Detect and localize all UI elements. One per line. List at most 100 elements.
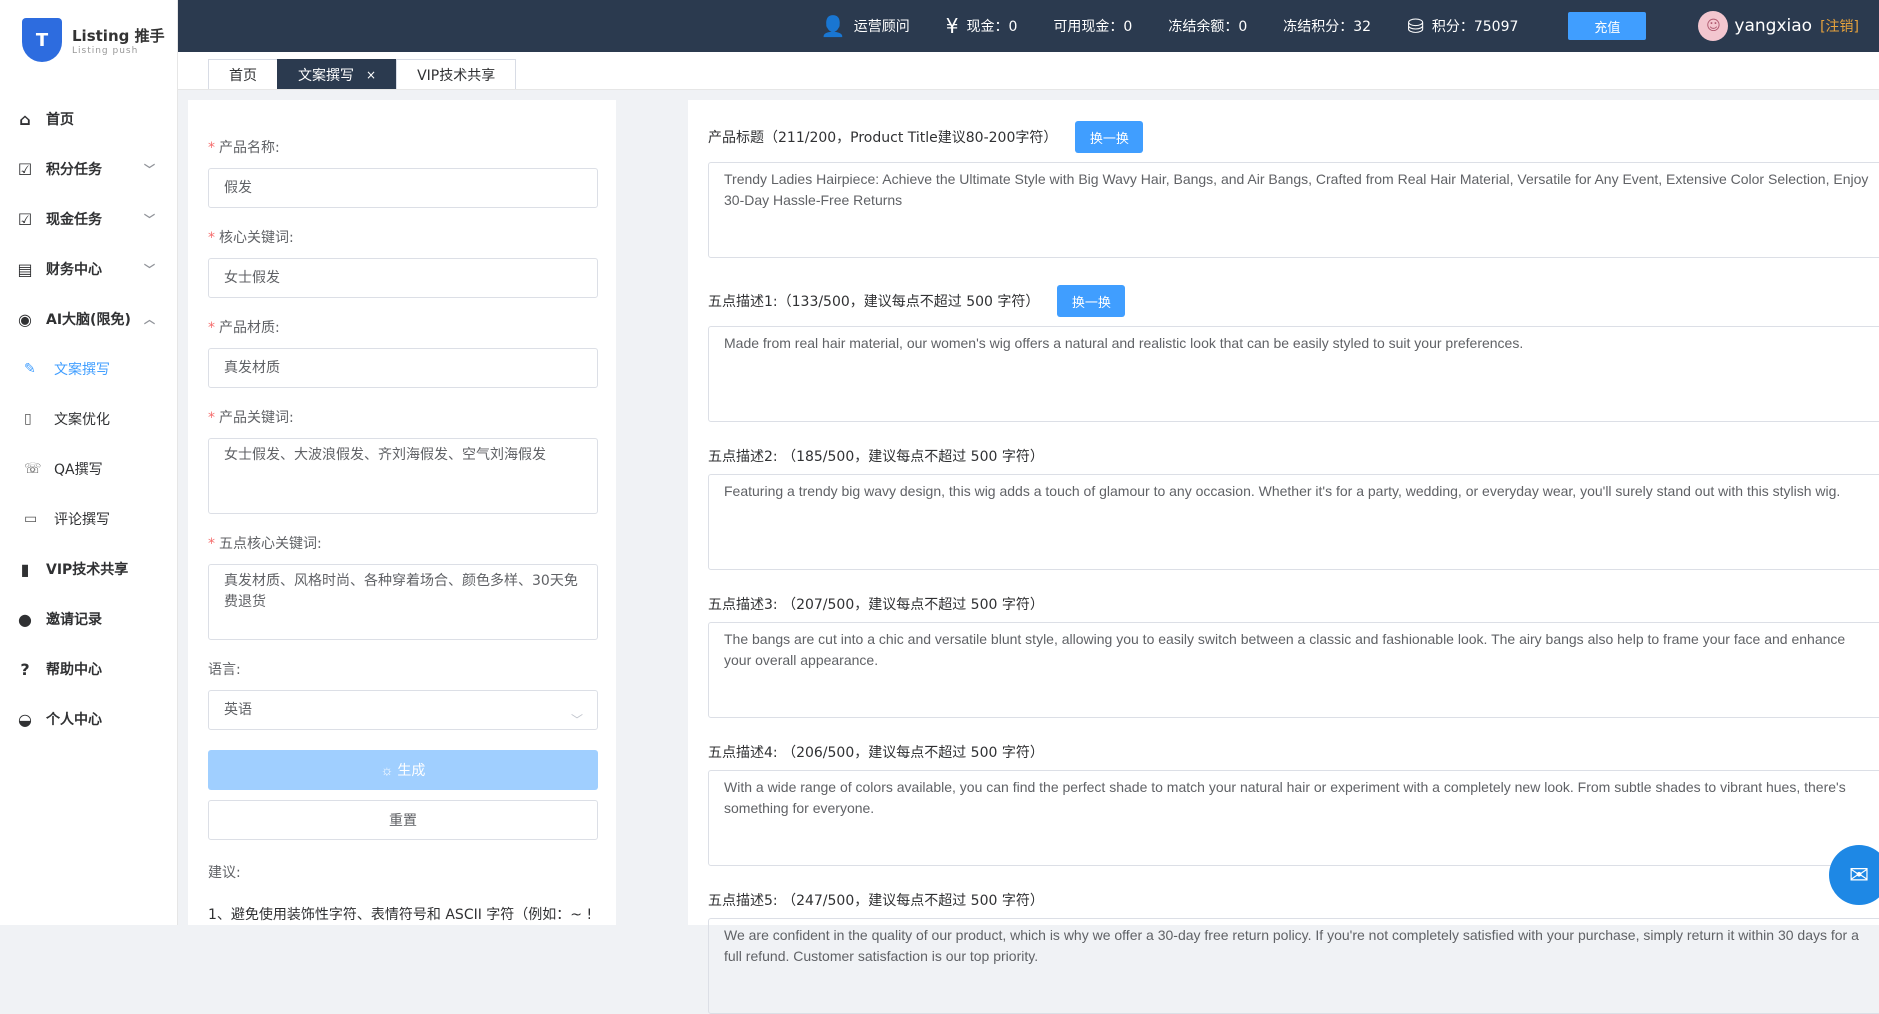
bullet2-label: 五点描述2: （185/500，建议每点不超过 500 字符）	[708, 449, 1044, 465]
sidebar-item-label: 首页	[46, 112, 74, 128]
product-name-label: * 产品名称:	[208, 138, 596, 158]
sidebar-item-vip-share[interactable]: ▮ VIP技术共享	[0, 544, 177, 594]
recharge-button[interactable]: 充值	[1568, 12, 1647, 40]
product-name-input[interactable]: 假发	[208, 168, 598, 208]
required-mark: *	[208, 320, 215, 336]
chevron-down-icon: ﹀	[144, 213, 155, 226]
sidebar-item-label: VIP技术共享	[46, 562, 129, 578]
sidebar: T Listing 推手 Listing push ⌂ 首页 ☑ 积分任务 ﹀ …	[0, 0, 178, 925]
five-point-label: * 五点核心关键词:	[208, 534, 596, 554]
logo[interactable]: T Listing 推手 Listing push	[0, 0, 177, 80]
comment-icon: ▭	[24, 511, 38, 527]
title-label: 产品标题（211/200，Product Title建议80-200字符）	[708, 130, 1058, 146]
bullet4-output[interactable]: With a wide range of colors available, y…	[708, 770, 1879, 866]
sidebar-item-home[interactable]: ⌂ 首页	[0, 94, 177, 144]
bullet4-label: 五点描述4: （206/500，建议每点不超过 500 字符）	[708, 745, 1044, 761]
label-text: 产品名称:	[219, 140, 280, 156]
sidebar-item-profile[interactable]: ◒ 个人中心	[0, 694, 177, 744]
chevron-up-icon: ︿	[144, 313, 155, 326]
sidebar-item-label: 积分任务	[46, 162, 102, 178]
sidebar-item-invite-records[interactable]: ● 邀请记录	[0, 594, 177, 644]
tab-label: 文案撰写	[298, 67, 354, 84]
home-icon: ⌂	[19, 109, 31, 129]
document-icon: ▯	[24, 411, 32, 427]
product-keywords-textarea[interactable]: 女士假发、大波浪假发、齐刘海假发、空气刘海假发	[208, 438, 598, 514]
suggestion-text: 1、避免使用装饰性字符、表情符号和 ASCII 字符（例如：~ ! *	[208, 907, 596, 923]
consultant-label: 运营顾问	[853, 19, 910, 35]
frozen-balance: 冻结余额：0	[1168, 19, 1248, 35]
sidebar-item-copywriting[interactable]: ✎ 文案撰写	[0, 344, 177, 394]
cash-value: 现金：0	[966, 19, 1018, 35]
bullet3-label: 五点描述3: （207/500，建议每点不超过 500 字符）	[708, 597, 1044, 613]
sidebar-item-finance[interactable]: ▤ 财务中心 ﹀	[0, 244, 177, 294]
bullet5-output[interactable]: We are confident in the quality of our p…	[708, 918, 1879, 1014]
core-keyword-input[interactable]: 女士假发	[208, 258, 598, 298]
swap-bullet1-button[interactable]: 换一换	[1057, 285, 1126, 317]
tab-label: VIP技术共享	[417, 67, 496, 84]
sidebar-item-help[interactable]: ? 帮助中心	[0, 644, 177, 694]
language-value: 英语	[224, 702, 252, 718]
sidebar-item-label: 财务中心	[46, 262, 102, 278]
tab-vip-share[interactable]: VIP技术共享	[396, 59, 517, 89]
generate-button[interactable]: ☼ 生成	[208, 750, 598, 790]
required-mark: *	[208, 536, 215, 552]
tab-home[interactable]: 首页	[208, 59, 278, 89]
sidebar-item-label: 个人中心	[46, 712, 102, 728]
material-label: * 产品材质:	[208, 318, 596, 338]
avatar[interactable]: ☺	[1698, 11, 1729, 41]
sidebar-item-label: 帮助中心	[46, 662, 102, 678]
yen-icon: ¥	[945, 14, 959, 38]
sidebar-item-points-tasks[interactable]: ☑ 积分任务 ﹀	[0, 144, 177, 194]
cash-display: ¥ 现金：0	[946, 14, 1018, 38]
logout-link[interactable]: [注销]	[1820, 16, 1859, 36]
sidebar-item-review-writing[interactable]: ▭ 评论撰写	[0, 494, 177, 544]
required-mark: *	[208, 140, 215, 156]
tab-bar: 首页 文案撰写 × VIP技术共享	[178, 52, 1879, 90]
output-panel: 产品标题（211/200，Product Title建议80-200字符） 换一…	[688, 100, 1879, 1014]
frozen-points: 冻结积分：32	[1283, 19, 1372, 35]
label-text: 核心关键词:	[219, 230, 294, 246]
clipboard-icon: ☑	[17, 209, 33, 229]
close-icon[interactable]: ×	[366, 68, 376, 82]
chevron-down-icon: ﹀	[144, 163, 155, 176]
username[interactable]: yangxiao	[1734, 16, 1812, 36]
chat-icon: ☏	[24, 461, 42, 477]
sidebar-item-label: 邀请记录	[46, 612, 102, 628]
sidebar-item-cash-tasks[interactable]: ☑ 现金任务 ﹀	[0, 194, 177, 244]
reset-button[interactable]: 重置	[208, 800, 598, 840]
swap-title-button[interactable]: 换一换	[1075, 121, 1144, 153]
sidebar-item-label: 文案撰写	[54, 362, 110, 378]
tab-copywriting[interactable]: 文案撰写 ×	[277, 59, 398, 89]
help-icon: ?	[20, 659, 30, 679]
points-value: 积分：75097	[1431, 19, 1519, 35]
logo-subtitle: Listing push	[72, 45, 139, 56]
material-input[interactable]: 真发材质	[208, 348, 598, 388]
bullet3-output[interactable]: The bangs are cut into a chic and versat…	[708, 622, 1879, 718]
bullet1-section-header: 五点描述1:（133/500，建议每点不超过 500 字符） 换一换	[708, 284, 1879, 318]
available-cash: 可用现金：0	[1053, 19, 1133, 35]
consultant-link[interactable]: 👤 运营顾问	[821, 14, 910, 38]
label-text: 产品材质:	[219, 320, 280, 336]
pen-icon: ✎	[24, 361, 36, 377]
bullet5-label: 五点描述5: （247/500，建议每点不超过 500 字符）	[708, 893, 1044, 909]
person-icon: ◒	[18, 709, 32, 729]
sidebar-item-qa-writing[interactable]: ☏ QA撰写	[0, 444, 177, 494]
five-point-textarea[interactable]: 真发材质、风格时尚、各种穿着场合、颜色多样、30天免费退货	[208, 564, 598, 640]
required-mark: *	[208, 230, 215, 246]
label-text: 五点核心关键词:	[219, 536, 322, 552]
sidebar-item-label: 现金任务	[46, 212, 102, 228]
logo-title: Listing 推手	[72, 26, 165, 45]
label-text: 产品关键词:	[219, 410, 294, 426]
language-label: 语言:	[208, 662, 241, 678]
finance-icon: ▤	[17, 259, 33, 279]
input-form-panel: * 产品名称: 假发 * 核心关键词: 女士假发 * 产品材质: 真发材质 * 产品关键…	[188, 100, 616, 925]
sidebar-item-ai-brain[interactable]: ◉ AI大脑(限免) ︿	[0, 294, 177, 344]
tab-label: 首页	[229, 67, 257, 84]
bullet2-output[interactable]: Featuring a trendy big wavy design, this…	[708, 474, 1879, 570]
sidebar-item-label: 文案优化	[54, 412, 110, 428]
bullet1-output[interactable]: Made from real hair material, our women'…	[708, 326, 1879, 422]
title-output[interactable]: Trendy Ladies Hairpiece: Achieve the Ult…	[708, 162, 1879, 258]
core-keyword-label: * 核心关键词:	[208, 228, 596, 248]
language-select[interactable]: 英语 ﹀	[208, 690, 598, 730]
sidebar-item-copy-optimize[interactable]: ▯ 文案优化	[0, 394, 177, 444]
